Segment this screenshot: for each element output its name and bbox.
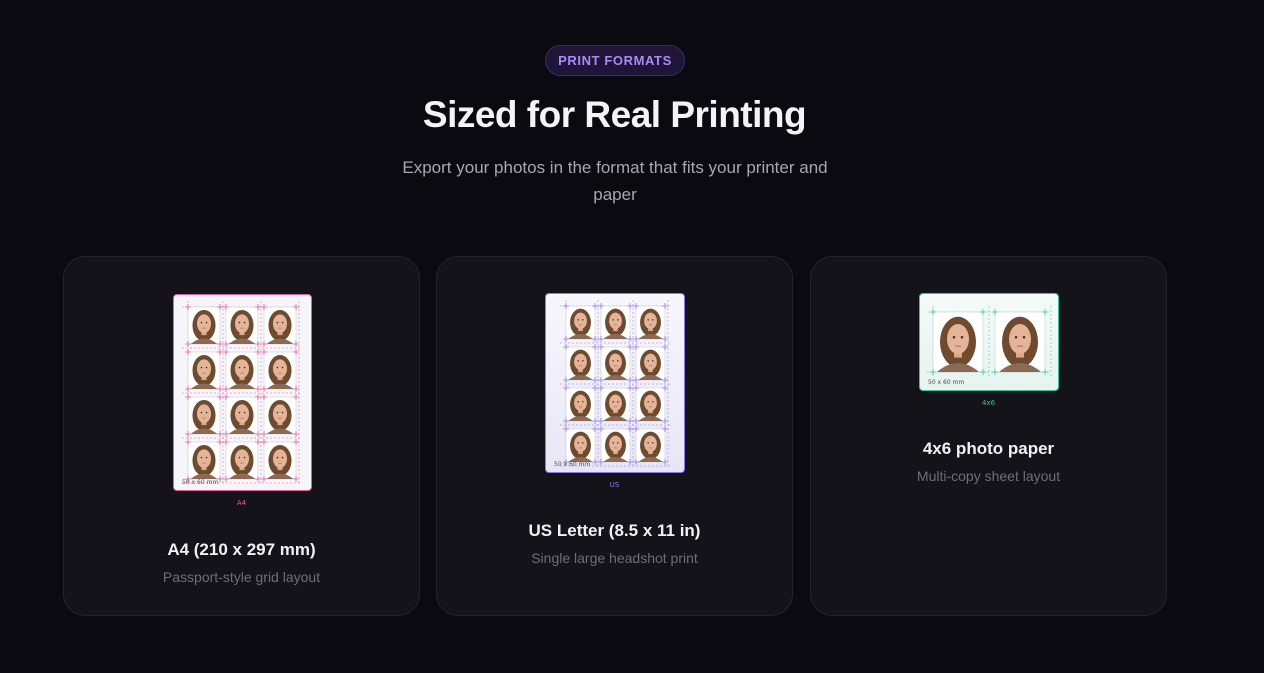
us-photo: [635, 346, 666, 381]
paper-4x6-photo-grid: [927, 306, 1052, 378]
section-badge: PRINT FORMATS: [545, 45, 685, 76]
a4-photo: [187, 441, 221, 480]
a4-card-description: Passport-style grid layout: [162, 569, 321, 585]
a4-photo: [263, 396, 297, 435]
a4-photo: [263, 306, 297, 345]
a4-sheet-preview: 50 x 60 mm: [173, 294, 312, 491]
us-photo: [565, 387, 596, 422]
paper-4x6-photo: [932, 311, 984, 373]
paper-4x6-photo: [994, 311, 1046, 373]
a4-photo: [263, 351, 297, 390]
paper-4x6-photo-size-label: 50 x 60 mm: [928, 379, 965, 386]
us-photo: [565, 428, 596, 463]
us-card-description: Single large headshot print: [531, 550, 698, 566]
a4-photo: [225, 306, 259, 345]
us-photo: [600, 305, 631, 340]
us-photo: [600, 346, 631, 381]
paper-4x6-card-description: Multi-copy sheet layout: [916, 468, 1061, 484]
format-card-us-letter[interactable]: 50 x 60 mm US US Letter (8.5 x 11 in) Si…: [436, 256, 793, 616]
a4-photo: [263, 441, 297, 480]
paper-4x6-card-title: 4x6 photo paper: [922, 439, 1055, 458]
us-photo: [600, 387, 631, 422]
format-card-4x6[interactable]: 50 x 60 mm 4x6 4x6 photo paper Multi-cop…: [810, 256, 1167, 616]
a4-photo: [225, 351, 259, 390]
paper-4x6-sheet-tag: 4x6: [981, 399, 996, 407]
us-photo: [635, 305, 666, 340]
us-photo: [635, 387, 666, 422]
us-sheet-tag: US: [609, 481, 620, 489]
a4-photo: [225, 396, 259, 435]
us-photo: [565, 346, 596, 381]
a4-photo: [187, 351, 221, 390]
a4-sheet-tag: A4: [236, 499, 247, 507]
us-card-title: US Letter (8.5 x 11 in): [528, 521, 701, 540]
a4-card-title: A4 (210 x 297 mm): [167, 540, 316, 559]
a4-photo-grid: [182, 301, 302, 485]
paper-4x6-sheet-preview: 50 x 60 mm: [919, 293, 1059, 391]
us-photo: [565, 305, 596, 340]
us-photo-size-label: 50 x 60 mm: [554, 461, 591, 468]
a4-photo-size-label: 50 x 60 mm: [182, 479, 219, 486]
us-photo: [635, 428, 666, 463]
us-sheet-preview: 50 x 60 mm: [545, 293, 685, 473]
format-card-a4[interactable]: 50 x 60 mm A4 A4 (210 x 297 mm) Passport…: [63, 256, 420, 616]
us-photo-grid: [560, 300, 671, 468]
us-photo: [600, 428, 631, 463]
a4-photo: [187, 306, 221, 345]
section-heading: Sized for Real Printing: [422, 94, 807, 135]
a4-photo: [187, 396, 221, 435]
section-subheading: Export your photos in the format that fi…: [402, 158, 828, 204]
a4-photo: [225, 441, 259, 480]
